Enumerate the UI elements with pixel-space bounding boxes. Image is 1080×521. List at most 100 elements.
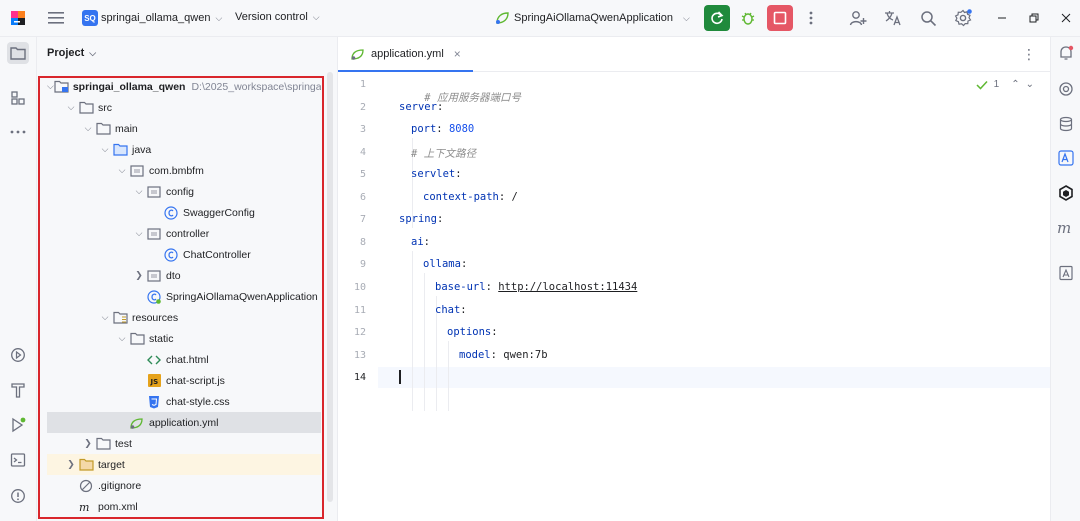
settings-icon[interactable]	[953, 8, 973, 28]
more-horizontal-icon[interactable]	[7, 121, 29, 143]
tree-item[interactable]: ❯ target	[47, 454, 321, 475]
add-user-icon[interactable]	[848, 8, 868, 28]
hamburger-icon[interactable]	[46, 8, 66, 28]
code-line[interactable]: spring:	[399, 213, 443, 225]
terminal-icon[interactable]	[7, 449, 29, 471]
plugin-icon[interactable]	[1056, 183, 1076, 203]
line-number: 13	[353, 350, 366, 361]
tree-item-label: pom.xml	[98, 500, 138, 513]
code-line[interactable]: options:	[447, 326, 498, 338]
code-comment: # 上下文路径	[411, 148, 477, 160]
folder-icon	[10, 46, 26, 60]
run-icon[interactable]	[7, 414, 29, 436]
tree-item[interactable]: chat-style.css	[47, 391, 321, 412]
code-line[interactable]: model: qwen:7b	[459, 349, 548, 361]
tree-item[interactable]: ⌵ src	[47, 97, 321, 118]
close-tab-icon[interactable]: ×	[454, 47, 461, 61]
project-panel-header[interactable]: Project ⌵	[47, 47, 96, 59]
expanded-arrow-icon: ⌵	[118, 165, 126, 175]
build-icon[interactable]	[7, 379, 29, 401]
indent-guide	[424, 273, 425, 411]
code-value: /	[511, 191, 518, 203]
tree-item-selected[interactable]: application.yml	[47, 412, 321, 433]
tree-item-label: .gitignore	[98, 479, 142, 492]
code-line[interactable]: ollama:	[423, 258, 467, 270]
translate-icon[interactable]	[883, 8, 903, 28]
search-icon[interactable]	[918, 8, 938, 28]
folder-icon	[129, 331, 145, 347]
line-number: 9	[359, 259, 366, 270]
tree-item[interactable]: ⌵ java	[47, 139, 321, 160]
tree-root[interactable]: ⌵ springai_ollama_qwen D:\2025_workspace…	[47, 76, 321, 97]
chevron-down-icon: ⌵	[682, 12, 690, 23]
debug-icon[interactable]	[738, 8, 758, 28]
more-vertical-icon[interactable]	[801, 8, 821, 28]
line-number: 10	[353, 282, 366, 293]
close-icon[interactable]	[1056, 8, 1076, 28]
package-icon	[146, 184, 162, 200]
tree-item[interactable]: ⌵ controller	[47, 223, 321, 244]
tree-item-label: com.bmbfm	[149, 164, 204, 177]
code-line[interactable]: chat:	[435, 304, 467, 316]
tree-item[interactable]: ⌵ com.bmbfm	[47, 160, 321, 181]
tree-item[interactable]: ⌵ config	[47, 181, 321, 202]
notifications-icon[interactable]	[1056, 43, 1076, 63]
tree-item[interactable]: ❯ test	[47, 433, 321, 454]
tree-item[interactable]: chat.html	[47, 349, 321, 370]
tree-item[interactable]: ChatController	[47, 244, 321, 265]
code-line[interactable]: base-url: http://localhost:11434	[435, 281, 637, 293]
stop-button[interactable]	[767, 5, 793, 31]
code-line[interactable]: servlet:	[411, 168, 462, 180]
code-line[interactable]: port: 8080	[411, 123, 474, 135]
right-tool-strip: m	[1050, 37, 1080, 521]
code-url[interactable]: http://localhost:11434	[498, 281, 637, 293]
tree-item-label: chat.html	[166, 353, 209, 366]
tree-item[interactable]: m pom.xml	[47, 496, 321, 517]
maven-icon[interactable]: m	[1056, 218, 1076, 238]
code-line[interactable]: # 上下文路径	[411, 146, 476, 161]
tree-item[interactable]: ⌵ static	[47, 328, 321, 349]
tree-item[interactable]: SwaggerConfig	[47, 202, 321, 223]
tree-item[interactable]: SpringAiOllamaQwenApplication	[47, 286, 321, 307]
services-icon[interactable]	[7, 344, 29, 366]
chevron-down-icon[interactable]: ⌄	[1026, 79, 1034, 90]
ai-assistant-icon[interactable]	[1056, 79, 1076, 99]
folder-icon	[95, 121, 111, 137]
code-key: context-path	[423, 191, 499, 203]
inspection-count: 1	[993, 79, 1000, 90]
app-logo-icon[interactable]	[8, 8, 28, 28]
indent-guide	[412, 251, 413, 411]
project-scrollbar[interactable]	[327, 72, 333, 502]
reader-mode-icon[interactable]	[1056, 263, 1076, 283]
tree-item[interactable]: ❯ dto	[47, 265, 321, 286]
project-tool-button[interactable]	[7, 42, 29, 64]
inspection-widget[interactable]: 1 ⌃ ⌄	[976, 79, 1034, 90]
title-bar: SQ springai_ollama_qwen ⌵ Version contro…	[0, 0, 1080, 37]
line-number: 5	[359, 169, 366, 180]
line-number: 12	[353, 327, 366, 338]
code-line[interactable]: ai:	[411, 236, 430, 248]
code-line[interactable]: context-path: /	[423, 191, 518, 203]
minimize-icon[interactable]	[992, 8, 1012, 28]
chevron-up-icon[interactable]: ⌃	[1011, 79, 1019, 90]
problems-icon[interactable]	[7, 485, 29, 507]
tree-item[interactable]: ⌵ main	[47, 118, 321, 139]
more-vertical-icon[interactable]: ⋮	[1022, 46, 1036, 63]
vcs-selector[interactable]: Version control ⌵	[235, 11, 320, 23]
project-selector[interactable]: SQ springai_ollama_qwen ⌵	[82, 10, 222, 26]
translation-icon[interactable]	[1056, 148, 1076, 168]
code-key: chat	[435, 304, 461, 316]
editor-tab[interactable]: application.yml ×	[338, 37, 473, 72]
database-icon[interactable]	[1056, 114, 1076, 134]
line-number: 8	[359, 237, 366, 248]
yaml-file-icon	[350, 47, 366, 61]
run-config-selector[interactable]: SpringAiOllamaQwenApplication ⌵	[494, 10, 690, 26]
code-line[interactable]: server:	[399, 101, 443, 113]
tree-item[interactable]: ⌵ resources	[47, 307, 321, 328]
rerun-button[interactable]	[704, 5, 730, 31]
structure-tool-button[interactable]	[7, 87, 29, 109]
restore-icon[interactable]	[1024, 8, 1044, 28]
tree-item[interactable]: JS chat-script.js	[47, 370, 321, 391]
editor-tab-label: application.yml	[371, 47, 444, 60]
tree-item[interactable]: .gitignore	[47, 475, 321, 496]
